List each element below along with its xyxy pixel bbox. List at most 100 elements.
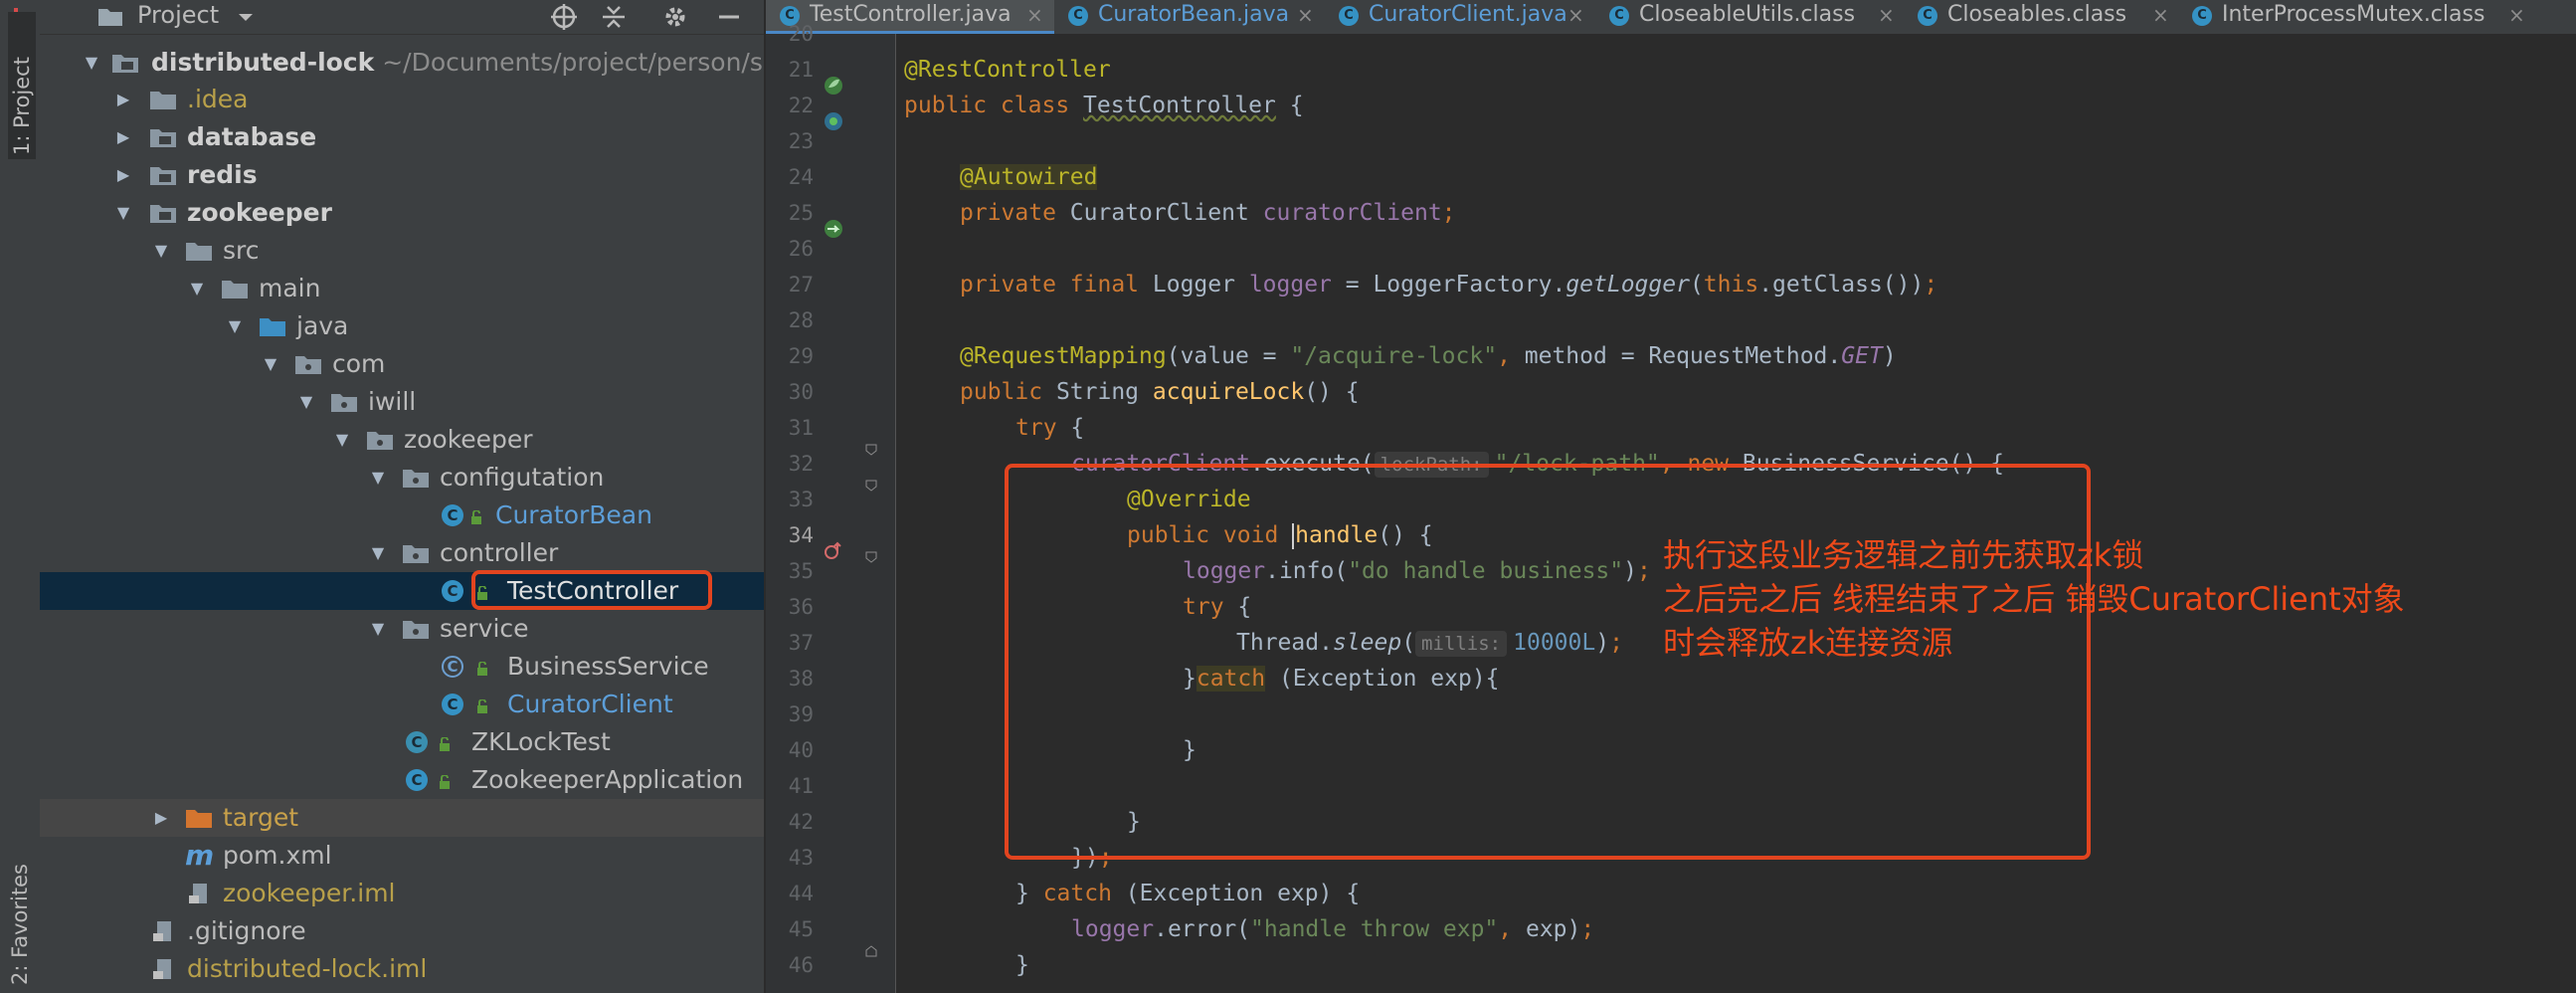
expanded-arrow-icon[interactable]: ▼	[368, 610, 388, 648]
tree-item-distributed-lock[interactable]: ▼ distributed-lock ~/Documents/project/p…	[40, 44, 764, 82]
tree-item-zookeeper-module[interactable]: ▼ zookeeper	[40, 194, 764, 232]
close-icon[interactable]: ×	[2508, 0, 2525, 30]
package-icon	[403, 621, 429, 639]
tab-label: CuratorClient.java	[1369, 2, 1567, 27]
code-line: logger.error("handle throw exp", exp);	[1071, 916, 1595, 942]
autowired-bean-icon[interactable]	[822, 217, 845, 241]
fold-icon[interactable]	[865, 480, 877, 492]
expanded-arrow-icon[interactable]: ▼	[332, 421, 352, 459]
package-icon	[295, 356, 321, 374]
tree-item-label: src	[223, 236, 260, 265]
tree-item-zklocktest[interactable]: C ZKLockTest	[40, 723, 764, 761]
close-icon[interactable]: ×	[1026, 0, 1043, 30]
close-icon[interactable]: ×	[1878, 0, 1895, 30]
tree-item-zookeeper-package[interactable]: ▼ zookeeper	[40, 421, 764, 459]
tab-interprocessmutex-class[interactable]: C InterProcessMutex.class ×	[2178, 0, 2536, 34]
tree-item-label: pom.xml	[223, 841, 332, 870]
override-method-icon[interactable]	[822, 539, 845, 563]
code-line: }	[1015, 952, 1029, 978]
tree-item-database[interactable]: ▶ database	[40, 118, 764, 156]
tree-item-label: distributed-lock	[151, 48, 375, 77]
tab-curatorclient-java[interactable]: C CuratorClient.java ×	[1325, 0, 1595, 34]
collapsed-arrow-icon[interactable]: ▶	[113, 81, 133, 118]
line-number: 43	[788, 846, 814, 870]
tree-item-idea[interactable]: ▶ .idea	[40, 81, 764, 118]
expanded-arrow-icon[interactable]: ▼	[151, 232, 171, 270]
collapsed-arrow-icon[interactable]: ▶	[113, 156, 133, 194]
collapse-all-icon[interactable]	[599, 2, 629, 32]
tree-item-pom-xml[interactable]: m pom.xml	[40, 837, 764, 875]
tree-item-target[interactable]: ▶ target	[40, 799, 764, 837]
project-panel-title[interactable]: Project	[137, 1, 219, 29]
close-icon[interactable]: ×	[1297, 0, 1314, 30]
collapsed-arrow-icon[interactable]: ▶	[113, 118, 133, 156]
editor-tab-bar: C TestController.java × C CuratorBean.ja…	[766, 0, 2576, 35]
tab-label: CloseableUtils.class	[1639, 2, 1856, 27]
minimize-icon[interactable]	[714, 2, 744, 32]
collapsed-arrow-icon[interactable]: ▶	[151, 799, 171, 837]
tab-closeables-class[interactable]: C Closeables.class ×	[1904, 0, 2178, 34]
tab-curatorbean-java[interactable]: C CuratorBean.java ×	[1054, 0, 1325, 34]
expanded-arrow-icon[interactable]: ▼	[368, 459, 388, 496]
locate-target-icon[interactable]	[549, 2, 579, 32]
fold-icon[interactable]	[865, 551, 877, 563]
expanded-arrow-icon[interactable]: ▼	[225, 307, 245, 345]
code-line: @Autowired	[960, 164, 1098, 190]
expanded-arrow-icon[interactable]: ▼	[113, 194, 133, 232]
tab-closeableutils-class[interactable]: C CloseableUtils.class ×	[1595, 0, 1904, 34]
expanded-arrow-icon[interactable]: ▼	[296, 383, 316, 421]
chevron-down-icon[interactable]	[231, 2, 261, 32]
close-icon[interactable]: ×	[1567, 0, 1584, 30]
tree-item-distributed-lock-iml[interactable]: distributed-lock.iml	[40, 950, 764, 988]
tree-item-label: zookeeper	[404, 425, 533, 454]
class-icon: C	[442, 694, 463, 715]
tree-item-main[interactable]: ▼ main	[40, 270, 764, 307]
line-number: 29	[788, 344, 814, 368]
tree-item-label: configutation	[440, 463, 605, 492]
tree-item-controller[interactable]: ▼ controller	[40, 534, 764, 572]
spring-controller-icon[interactable]	[822, 109, 845, 133]
tree-item-label: .gitignore	[187, 916, 306, 945]
tree-item-label: target	[223, 803, 299, 832]
tree-item-com[interactable]: ▼ com	[40, 345, 764, 383]
annotation-line: 之后完之后 线程结束了之后 销毁CuratorClient对象	[1663, 580, 2405, 618]
expanded-arrow-icon[interactable]: ▼	[368, 534, 388, 572]
tree-item-label: CuratorBean	[495, 500, 652, 529]
tree-item-gitignore[interactable]: .gitignore	[40, 912, 764, 950]
package-icon	[367, 432, 393, 450]
tree-item-zookeeperapplication[interactable]: C ZookeeperApplication	[40, 761, 764, 799]
lock-icon	[440, 775, 450, 789]
tab-label: InterProcessMutex.class	[2222, 2, 2485, 27]
line-number: 23	[788, 129, 814, 153]
tree-item-curatorclient[interactable]: C CuratorClient	[40, 686, 764, 723]
tree-item-configutation[interactable]: ▼ configutation	[40, 459, 764, 496]
tree-item-businessservice[interactable]: C BusinessService	[40, 648, 764, 686]
tool-tab-favorites[interactable]: 2: Favorites	[8, 856, 32, 985]
class-icon: C	[442, 580, 463, 602]
close-icon[interactable]: ×	[2152, 0, 2169, 30]
tree-item-service[interactable]: ▼ service	[40, 610, 764, 648]
class-icon: C	[2192, 6, 2212, 26]
code-line: try {	[1015, 415, 1085, 441]
tree-item-zookeeper-iml[interactable]: zookeeper.iml	[40, 875, 764, 912]
line-number: 35	[788, 559, 814, 583]
tree-item-iwill[interactable]: ▼ iwill	[40, 383, 764, 421]
tree-item-src[interactable]: ▼ src	[40, 232, 764, 270]
tool-tab-project[interactable]: 1: Project	[8, 12, 36, 159]
spring-bean-icon[interactable]	[822, 74, 845, 98]
expanded-arrow-icon[interactable]: ▼	[261, 345, 280, 383]
tree-item-label: .idea	[187, 85, 249, 113]
tool-tab-favorites-label: 2: Favorites	[8, 864, 32, 985]
expanded-arrow-icon[interactable]: ▼	[187, 270, 207, 307]
gear-icon[interactable]	[660, 2, 690, 32]
tree-item-label: com	[332, 349, 386, 378]
tool-window-strip: 1: Project 2: Favorites	[0, 0, 41, 993]
annotation-line: 时会释放zk连接资源	[1663, 624, 1953, 662]
tree-item-redis[interactable]: ▶ redis	[40, 156, 764, 194]
fold-icon[interactable]	[865, 444, 877, 456]
fold-icon[interactable]	[865, 945, 877, 957]
line-number: 46	[788, 953, 814, 977]
expanded-arrow-icon[interactable]: ▼	[82, 44, 101, 82]
tree-item-java[interactable]: ▼ java	[40, 307, 764, 345]
tree-item-curatorbean[interactable]: C CuratorBean	[40, 496, 764, 534]
